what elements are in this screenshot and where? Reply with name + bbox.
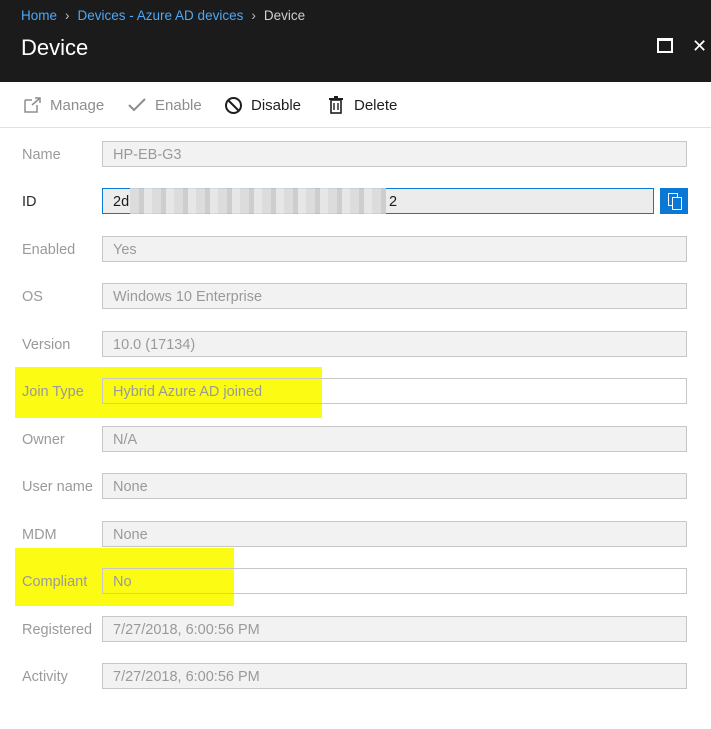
chevron-right-icon: › [251, 8, 256, 23]
field-row-mdm: MDM None [0, 520, 711, 550]
field-row-join-type: Join Type Hybrid Azure AD joined [0, 377, 711, 407]
field-row-os: OS Windows 10 Enterprise [0, 282, 711, 312]
delete-label: Delete [354, 96, 398, 114]
field-row-version: Version 10.0 (17134) [0, 330, 711, 360]
enable-label: Enable [155, 96, 202, 114]
blade-header: Home › Devices - Azure AD devices › Device D… [0, 0, 711, 82]
redacted-id-overlay [130, 188, 386, 214]
disable-label: Disable [251, 96, 302, 114]
activity-label: Activity [22, 669, 68, 685]
name-label: Name [22, 147, 61, 163]
name-field: HP-EB-G3 [102, 141, 687, 167]
block-icon [223, 95, 243, 115]
breadcrumb: Home › Devices - Azure AD devices › Device [21, 8, 305, 23]
os-field: Windows 10 Enterprise [102, 283, 687, 309]
field-row-name: Name HP-EB-G3 [0, 140, 711, 170]
field-row-activity: Activity 7/27/2018, 6:00:56 PM [0, 662, 711, 692]
version-field: 10.0 (17134) [102, 331, 687, 357]
maximize-icon[interactable] [656, 36, 676, 56]
chevron-right-icon: › [65, 8, 70, 23]
trash-icon [326, 95, 346, 115]
copy-icon[interactable] [660, 188, 688, 214]
delete-button[interactable]: Delete [326, 83, 397, 127]
user-name-label: User name [22, 479, 93, 495]
join-type-label: Join Type [22, 384, 84, 400]
command-bar: Manage Enable Disable Delete [0, 83, 711, 128]
compliant-label: Compliant [22, 574, 88, 590]
os-label: OS [22, 289, 43, 305]
breadcrumb-home[interactable]: Home [21, 8, 57, 23]
page-title: Device [21, 35, 89, 60]
breadcrumb-devices[interactable]: Devices - Azure AD devices [78, 8, 244, 23]
owner-label: Owner [22, 432, 65, 448]
owner-field: N/A [102, 426, 687, 452]
breadcrumb-current: Device [263, 8, 306, 23]
user-name-field: None [102, 473, 687, 499]
field-row-user-name: User name None [0, 472, 711, 502]
mdm-label: MDM [22, 527, 57, 543]
checkmark-icon [127, 95, 147, 115]
mdm-field: None [102, 521, 687, 547]
field-row-owner: Owner N/A [0, 425, 711, 455]
compliant-field: No [102, 568, 687, 594]
id-label: ID [22, 194, 37, 210]
enable-button[interactable]: Enable [127, 83, 202, 127]
disable-button[interactable]: Disable [223, 83, 301, 127]
enabled-label: Enabled [22, 242, 76, 258]
field-row-compliant: Compliant No [0, 567, 711, 597]
field-row-registered: Registered 7/27/2018, 6:00:56 PM [0, 615, 711, 645]
registered-field: 7/27/2018, 6:00:56 PM [102, 616, 687, 642]
id-field-end: 2 [389, 194, 398, 210]
registered-label: Registered [22, 622, 93, 638]
external-link-icon [22, 95, 42, 115]
manage-label: Manage [50, 96, 105, 114]
activity-field: 7/27/2018, 6:00:56 PM [102, 663, 687, 689]
manage-button[interactable]: Manage [22, 83, 104, 127]
field-row-enabled: Enabled Yes [0, 235, 711, 265]
version-label: Version [22, 337, 71, 353]
enabled-field: Yes [102, 236, 687, 262]
close-icon[interactable]: ✕ [692, 36, 711, 56]
join-type-field: Hybrid Azure AD joined [102, 378, 687, 404]
